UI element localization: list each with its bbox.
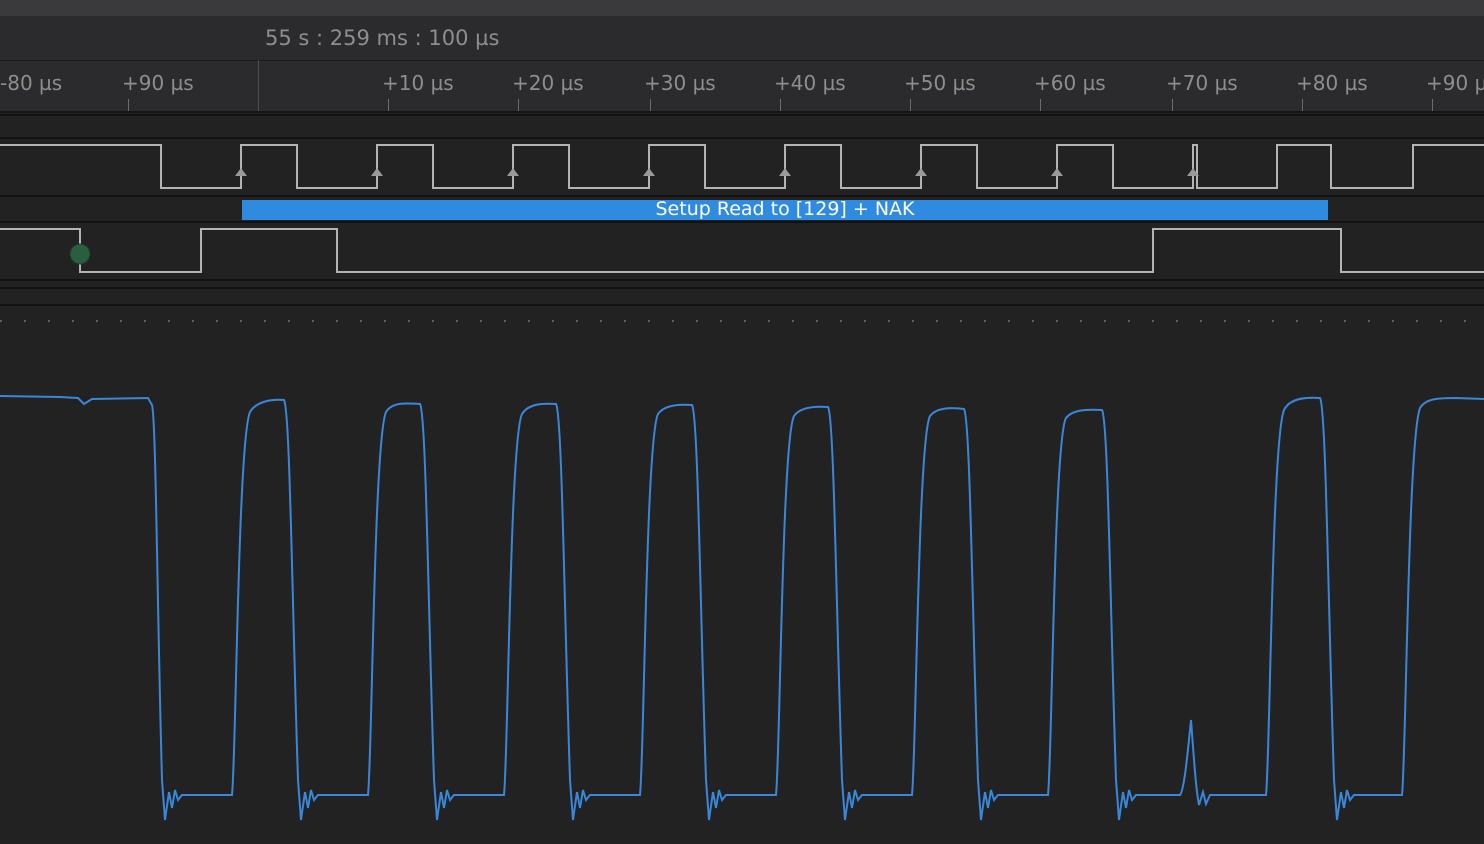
- waveform-area[interactable]: [0, 0, 1484, 844]
- sample-marker[interactable]: [69, 243, 91, 265]
- protocol-frame-label: Setup Read to [129] + NAK: [655, 198, 915, 220]
- edge-markers: [235, 168, 1199, 176]
- digital-channel-1-trace: [0, 144, 1484, 189]
- digital-channel-2-trace: [0, 228, 1484, 273]
- analog-channel-trace: [0, 395, 1484, 821]
- protocol-frame-bar[interactable]: Setup Read to [129] + NAK: [242, 198, 1328, 220]
